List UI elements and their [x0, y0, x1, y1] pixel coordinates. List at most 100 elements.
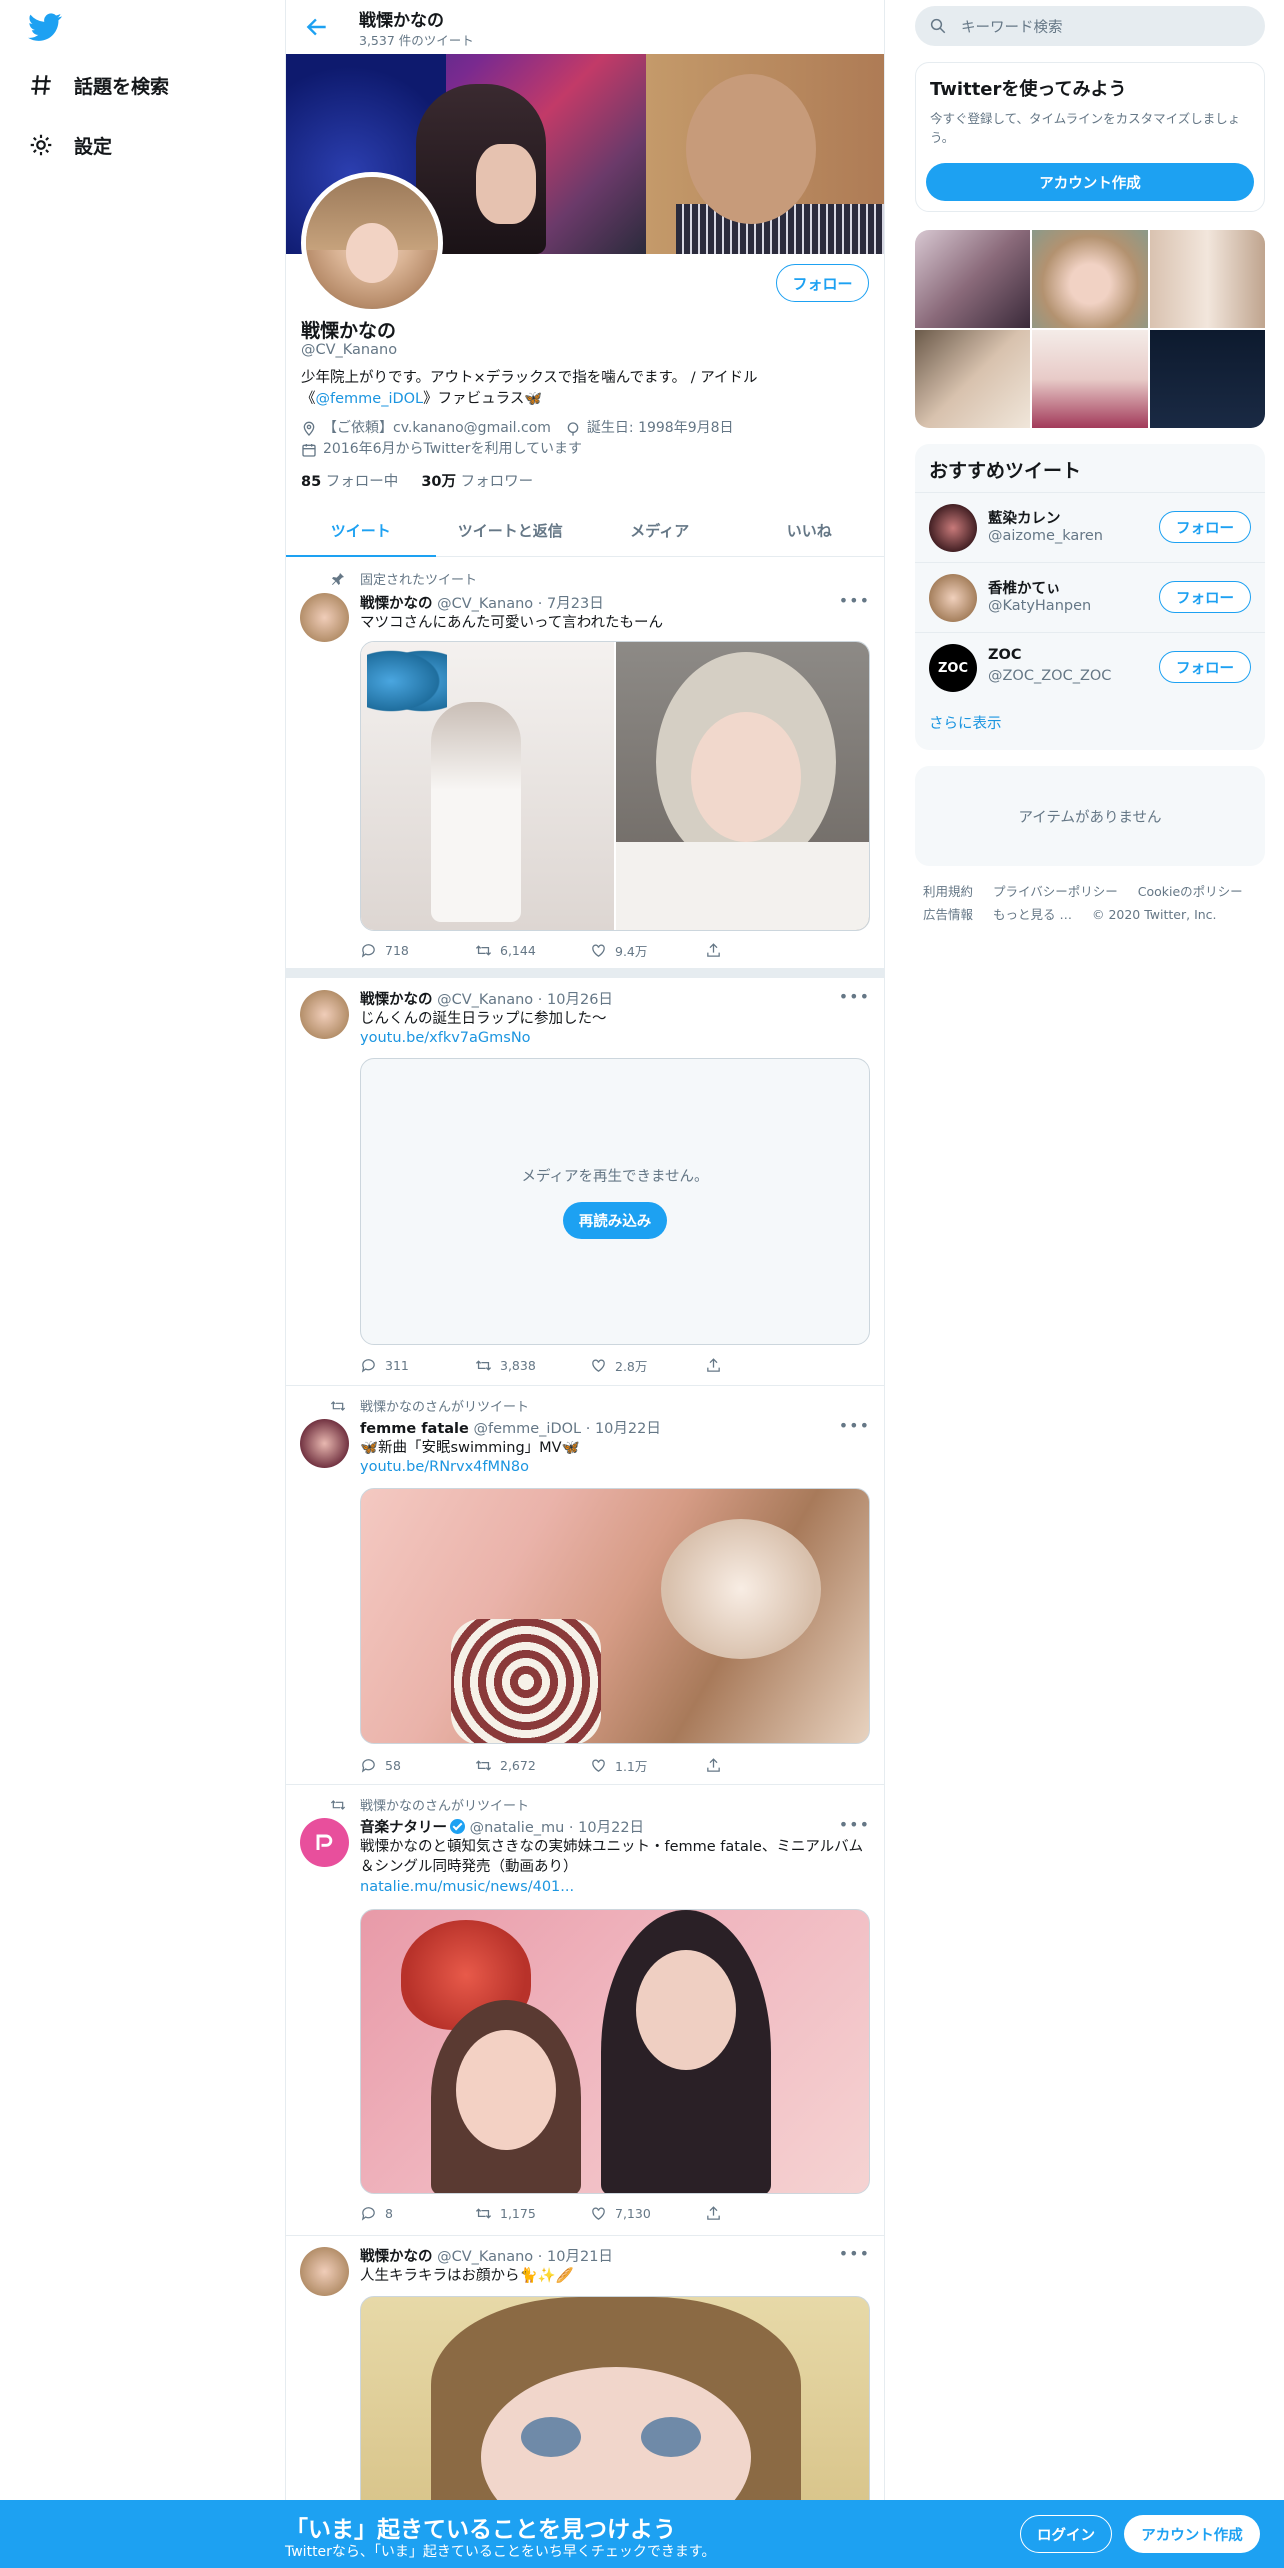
tweet-retweeted[interactable]: 戦慄かなのさんがリツイート femme fatale @femme_iDOL ·…	[286, 1387, 884, 1785]
tweet-author-handle[interactable]: @CV_Kanano	[437, 992, 533, 1008]
following-link[interactable]: 85 フォロー中	[301, 474, 398, 490]
twitter-bird-icon[interactable]	[28, 10, 62, 44]
show-more-link[interactable]: さらに表示	[929, 712, 1002, 733]
tweet-author-handle[interactable]: @CV_Kanano	[437, 596, 533, 612]
tweet[interactable]: 戦慄かなの @CV_Kanano · 10月26日 ••• じんくんの誕生日ラッ…	[286, 978, 884, 1386]
recommended-user[interactable]: 藍染カレン @aizome_karen フォロー	[915, 492, 1265, 562]
search-input[interactable]: キーワード検索	[961, 16, 1063, 37]
retweet-button[interactable]: 2,672	[475, 1756, 590, 1775]
tweet-avatar[interactable]	[300, 593, 349, 642]
share-button[interactable]	[705, 2205, 820, 2222]
follow-button[interactable]: フォロー	[1159, 651, 1251, 683]
footer-link-privacy[interactable]: プライバシーポリシー	[993, 884, 1118, 899]
tweet-photo[interactable]	[360, 2296, 870, 2516]
tweet-link[interactable]: natalie.mu/music/news/401...	[360, 1877, 870, 1897]
back-arrow-icon[interactable]	[304, 14, 330, 40]
gallery-photo[interactable]	[1032, 230, 1148, 328]
tweet-author-name[interactable]: femme fatale	[360, 1421, 469, 1437]
tweet-author-name[interactable]: 音楽ナタリー	[360, 1820, 447, 1836]
gallery-photo[interactable]	[1032, 330, 1148, 428]
like-button[interactable]: 2.8万	[590, 1356, 705, 1375]
tweet-date[interactable]: 10月26日	[547, 992, 613, 1008]
reply-button[interactable]: 311	[360, 1356, 475, 1375]
tweet-more-icon[interactable]: •••	[839, 2244, 870, 2263]
retweet-button[interactable]: 1,175	[475, 2205, 590, 2222]
search-box[interactable]: キーワード検索	[915, 6, 1265, 46]
share-button[interactable]	[705, 1356, 820, 1375]
nav-settings[interactable]: 設定	[28, 125, 112, 165]
tweet-link[interactable]: youtu.be/RNrvx4fMN8o	[360, 1457, 870, 1477]
retweet-button[interactable]: 3,838	[475, 1356, 590, 1375]
nav-explore[interactable]: 話題を検索	[28, 65, 169, 105]
footer-link-more[interactable]: もっと見る …	[993, 907, 1072, 922]
tweet-avatar[interactable]	[300, 2247, 349, 2296]
tweet-more-icon[interactable]: •••	[839, 987, 870, 1006]
tweet-avatar[interactable]	[300, 1818, 349, 1867]
share-button[interactable]	[705, 941, 820, 960]
gallery-photo[interactable]	[915, 230, 1031, 328]
tweet-avatar[interactable]	[300, 1419, 349, 1468]
gallery-photo[interactable]	[915, 330, 1031, 428]
gallery-photo[interactable]	[1149, 330, 1265, 428]
tab-tweets-and-replies[interactable]: ツイートと返信	[436, 505, 586, 556]
share-icon	[707, 1358, 720, 1372]
tab-media[interactable]: メディア	[585, 505, 735, 556]
tweet[interactable]: 戦慄かなの @CV_Kanano · 10月21日 ••• 人生キラキラはお顔か…	[286, 2237, 884, 2516]
recommended-user-name[interactable]: 藍染カレン	[988, 507, 1061, 528]
following-count: 85	[301, 474, 322, 490]
signup-button[interactable]: アカウント作成	[1124, 2515, 1260, 2553]
share-button[interactable]	[705, 1756, 820, 1775]
tweet-retweeted[interactable]: 戦慄かなのさんがリツイート 音楽ナタリー @natalie_mu · 10月22…	[286, 1786, 884, 2236]
followers-link[interactable]: 30万 フォロワー	[421, 474, 533, 490]
follow-button[interactable]: フォロー	[1159, 511, 1251, 543]
bio-mention-link[interactable]: @femme_iDOL	[316, 391, 424, 407]
tweet-date[interactable]: 10月21日	[547, 2249, 613, 2265]
footer-link-cookies[interactable]: Cookieのポリシー	[1138, 884, 1243, 899]
tweet-date[interactable]: 10月22日	[578, 1820, 644, 1836]
reload-button[interactable]: 再読み込み	[562, 1201, 668, 1239]
tweet-link[interactable]: youtu.be/xfkv7aGmsNo	[360, 1028, 870, 1048]
tab-likes[interactable]: いいね	[735, 505, 885, 556]
like-button[interactable]: 1.1万	[590, 1756, 705, 1775]
tweet-author-handle[interactable]: @femme_iDOL	[473, 1421, 581, 1437]
tweet-date[interactable]: 10月22日	[595, 1421, 661, 1437]
tweet-author-handle[interactable]: @CV_Kanano	[437, 2249, 533, 2265]
recommended-user-name[interactable]: 香椎かてぃ	[988, 577, 1061, 598]
recommended-user[interactable]: ZOC ZOC @ZOC_ZOC_ZOC フォロー	[915, 632, 1265, 702]
create-account-button[interactable]: アカウント作成	[926, 163, 1254, 201]
recommended-user-avatar[interactable]	[929, 504, 977, 552]
like-button[interactable]: 9.4万	[590, 941, 705, 960]
recommended-user[interactable]: 香椎かてぃ @KatyHanpen フォロー	[915, 562, 1265, 632]
zoc-logo-icon[interactable]: ZOC	[929, 644, 977, 692]
tweet-photo[interactable]	[360, 1488, 870, 1744]
login-button[interactable]: ログイン	[1020, 2515, 1112, 2553]
tweet-photo[interactable]	[616, 642, 869, 930]
footer-link-terms[interactable]: 利用規約	[923, 884, 973, 899]
tweet-author-name[interactable]: 戦慄かなの	[360, 992, 433, 1008]
recommended-user-avatar[interactable]	[929, 574, 977, 622]
tweet-more-icon[interactable]: •••	[839, 1416, 870, 1435]
gallery-photo[interactable]	[1149, 230, 1265, 328]
profile-avatar[interactable]	[301, 172, 443, 314]
tweet-more-icon[interactable]: •••	[839, 591, 870, 610]
follow-button[interactable]: フォロー	[1159, 581, 1251, 613]
tweet-date[interactable]: 7月23日	[547, 596, 604, 612]
recommended-user-name[interactable]: ZOC	[988, 647, 1021, 663]
footer-link-ads[interactable]: 広告情報	[923, 907, 973, 922]
tweet-author-name[interactable]: 戦慄かなの	[360, 2249, 433, 2265]
retweet-button[interactable]: 6,144	[475, 941, 590, 960]
follow-button[interactable]: フォロー	[776, 264, 869, 302]
reply-button[interactable]: 718	[360, 941, 475, 960]
tweet-photo[interactable]	[361, 642, 614, 930]
tweet-author-name[interactable]: 戦慄かなの	[360, 596, 433, 612]
tweet-photo[interactable]	[360, 1909, 870, 2194]
tweet-pinned[interactable]: 固定されたツイート 戦慄かなの @CV_Kanano · 7月23日 ••• マ…	[286, 557, 884, 967]
tweet-more-icon[interactable]: •••	[839, 1815, 870, 1834]
tab-tweets[interactable]: ツイート	[286, 505, 436, 557]
tweet-avatar[interactable]	[300, 990, 349, 1039]
like-button[interactable]: 7,130	[590, 2205, 705, 2222]
reply-button[interactable]: 58	[360, 1756, 475, 1775]
tweet-author-handle[interactable]: @natalie_mu	[470, 1820, 565, 1836]
no-items-text: アイテムがありません	[1018, 809, 1162, 826]
reply-button[interactable]: 8	[360, 2205, 475, 2222]
